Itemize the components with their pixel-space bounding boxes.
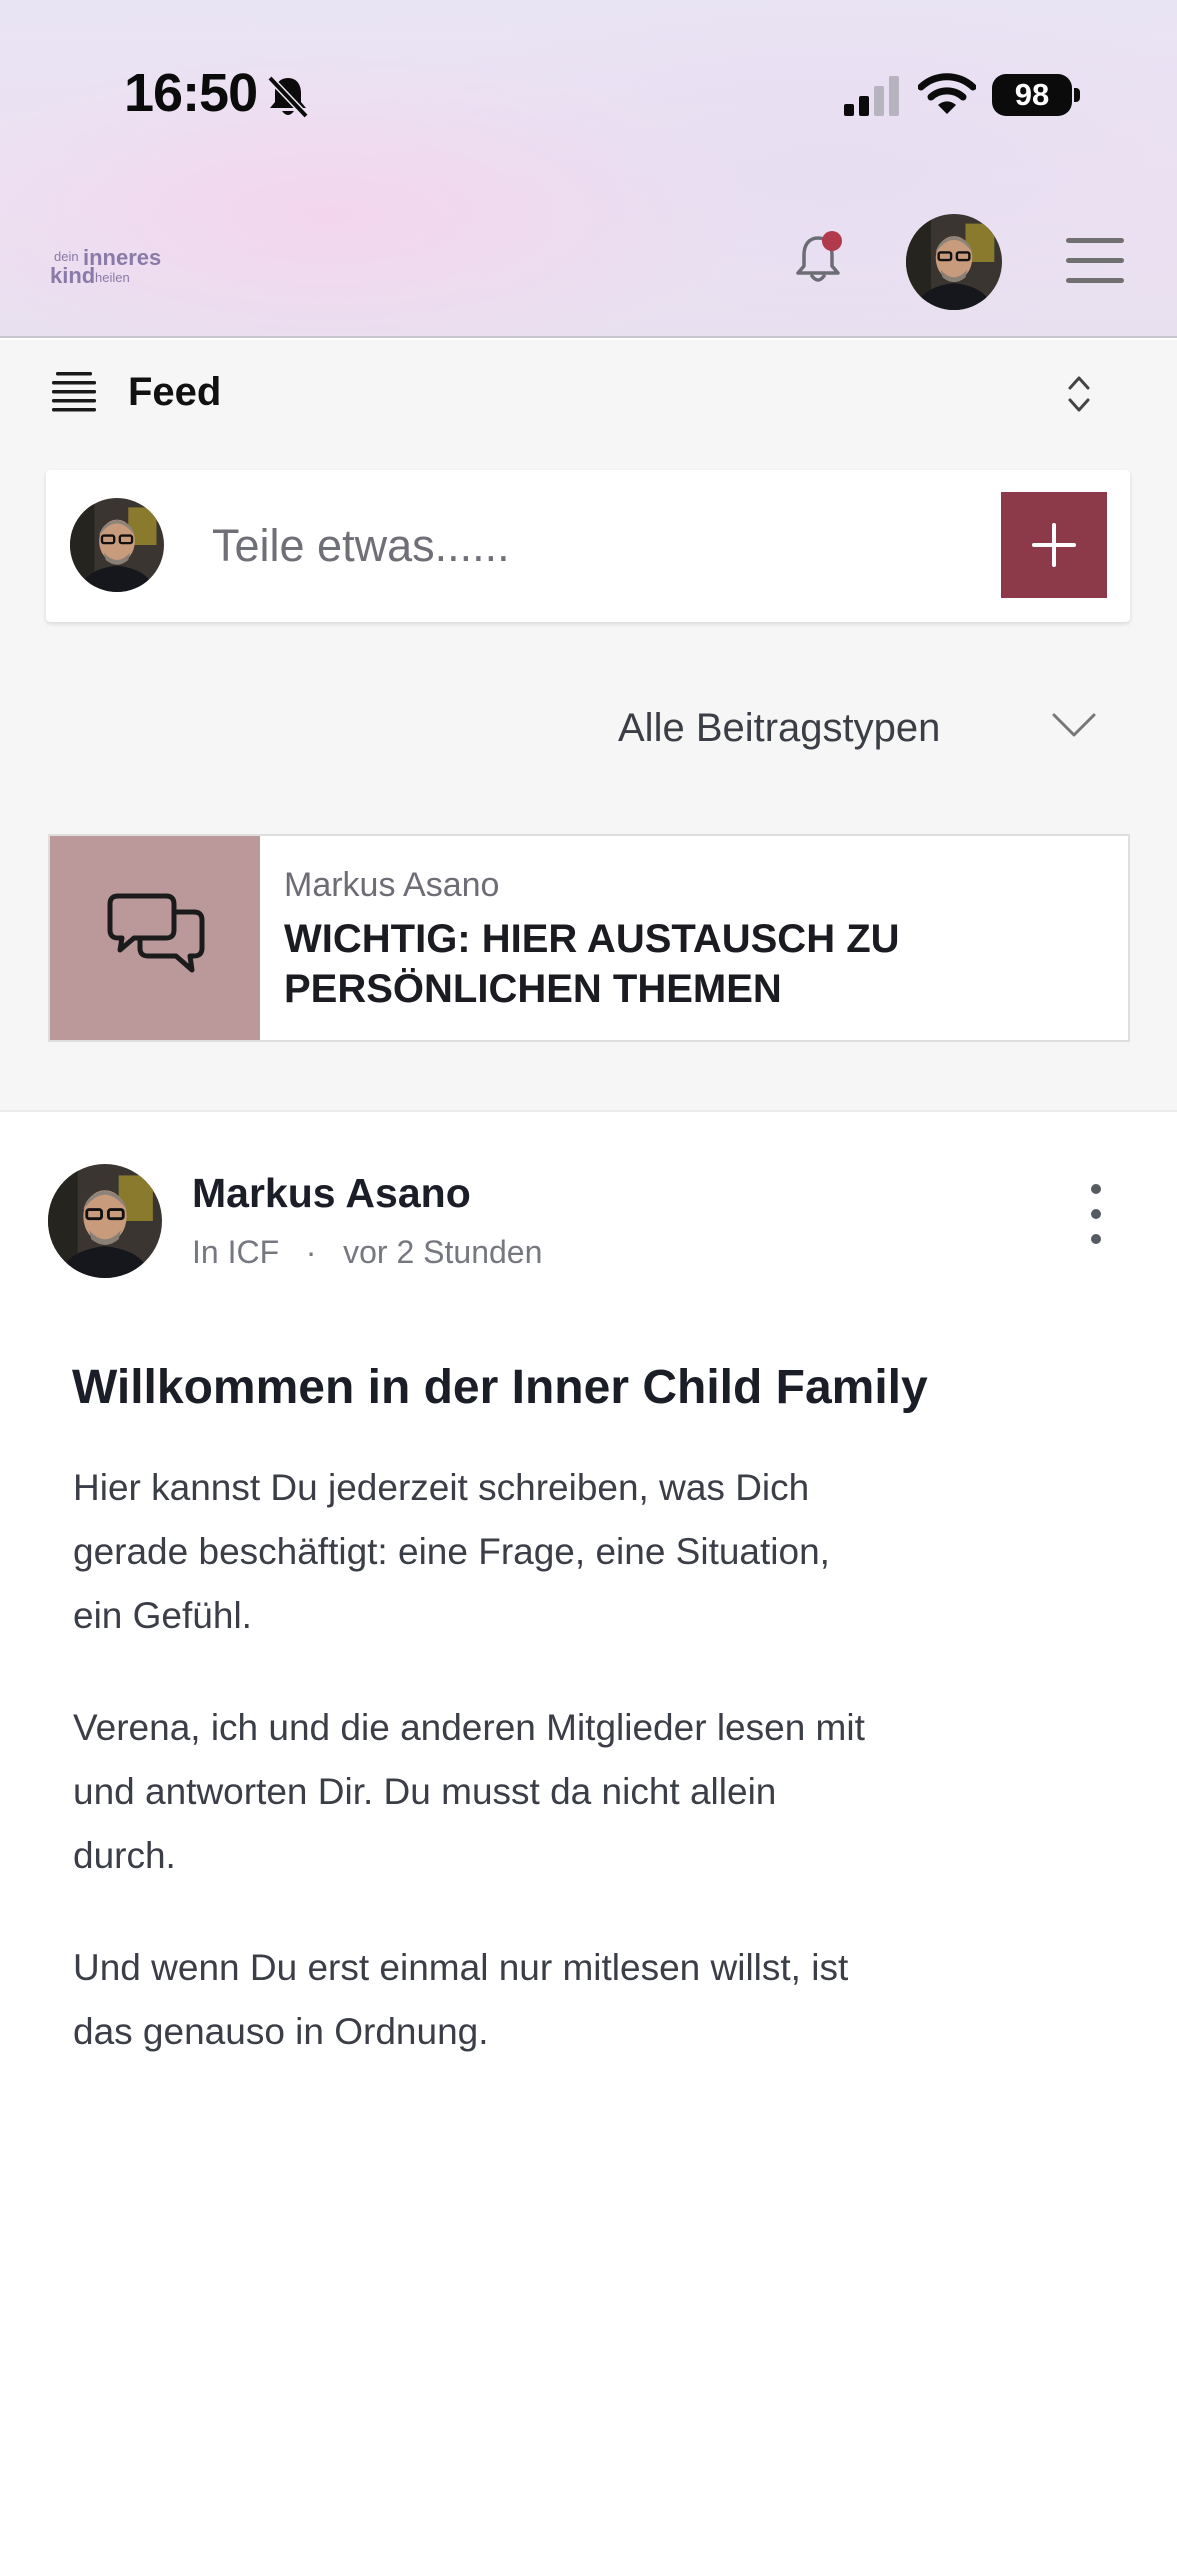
meta-separator: · bbox=[305, 1234, 317, 1270]
battery-tip bbox=[1074, 88, 1080, 102]
notification-bell-icon[interactable] bbox=[792, 228, 848, 288]
user-avatar[interactable] bbox=[906, 214, 1002, 310]
pinned-post-title[interactable]: WICHTIG: HIER AUSTAUSCH ZU PERSÖNLICHEN … bbox=[284, 914, 1044, 1014]
composer-input[interactable]: Teile etwas...... bbox=[212, 520, 510, 572]
avatar-photo bbox=[906, 214, 1002, 310]
logo-wordmark: dein inneres kind heilen bbox=[50, 245, 161, 288]
composer-avatar bbox=[70, 498, 164, 592]
post-author-avatar[interactable] bbox=[48, 1164, 162, 1278]
dot bbox=[1091, 1209, 1101, 1219]
pinned-post-author: Markus Asano bbox=[284, 866, 500, 904]
signal-icon bbox=[844, 76, 899, 116]
post-author-name[interactable]: Markus Asano bbox=[192, 1170, 471, 1217]
post-title: Willkommen in der Inner Child Family bbox=[72, 1361, 928, 1414]
post-paragraph: Und wenn Du erst einmal nur mitlesen wil… bbox=[73, 1947, 849, 2052]
dot bbox=[1091, 1234, 1101, 1244]
avatar-photo bbox=[70, 498, 164, 592]
post-options-icon[interactable] bbox=[1088, 1184, 1104, 1244]
menu-line bbox=[1066, 278, 1124, 283]
post-time: vor 2 Stunden bbox=[343, 1234, 543, 1270]
menu-line bbox=[1066, 238, 1124, 243]
app-logo[interactable]: dein inneres kind heilen bbox=[50, 244, 180, 288]
dot bbox=[1091, 1184, 1101, 1194]
post-meta: In ICF · vor 2 Stunden bbox=[192, 1234, 542, 1271]
svg-text:heilen: heilen bbox=[95, 270, 130, 285]
post-paragraph: Hier kannst Du jederzeit schreiben, was … bbox=[73, 1467, 830, 1636]
status-time: 16:50 bbox=[124, 63, 258, 123]
feed-title: Feed bbox=[128, 370, 222, 414]
plus-icon bbox=[1032, 523, 1076, 567]
sort-chevrons-icon[interactable] bbox=[1066, 372, 1092, 416]
feed-list-icon bbox=[52, 372, 96, 412]
bell-off-icon bbox=[267, 75, 309, 119]
battery-indicator: 98 bbox=[992, 74, 1072, 116]
add-post-button[interactable] bbox=[1001, 492, 1107, 598]
svg-text:kind: kind bbox=[50, 263, 95, 288]
chat-bubbles-icon bbox=[107, 893, 205, 973]
hamburger-menu-icon[interactable] bbox=[1066, 238, 1124, 284]
post-paragraph: Verena, ich und die anderen Mitglieder l… bbox=[73, 1707, 865, 1876]
post-group[interactable]: In ICF bbox=[192, 1234, 279, 1270]
avatar-photo bbox=[48, 1164, 162, 1278]
wifi-icon bbox=[918, 73, 976, 114]
chevron-down-icon[interactable] bbox=[1052, 712, 1096, 738]
menu-line bbox=[1066, 258, 1124, 263]
post-composer[interactable] bbox=[46, 470, 1130, 622]
post-type-filter[interactable]: Alle Beitragstypen bbox=[618, 706, 940, 751]
svg-text:dein: dein bbox=[54, 249, 79, 264]
